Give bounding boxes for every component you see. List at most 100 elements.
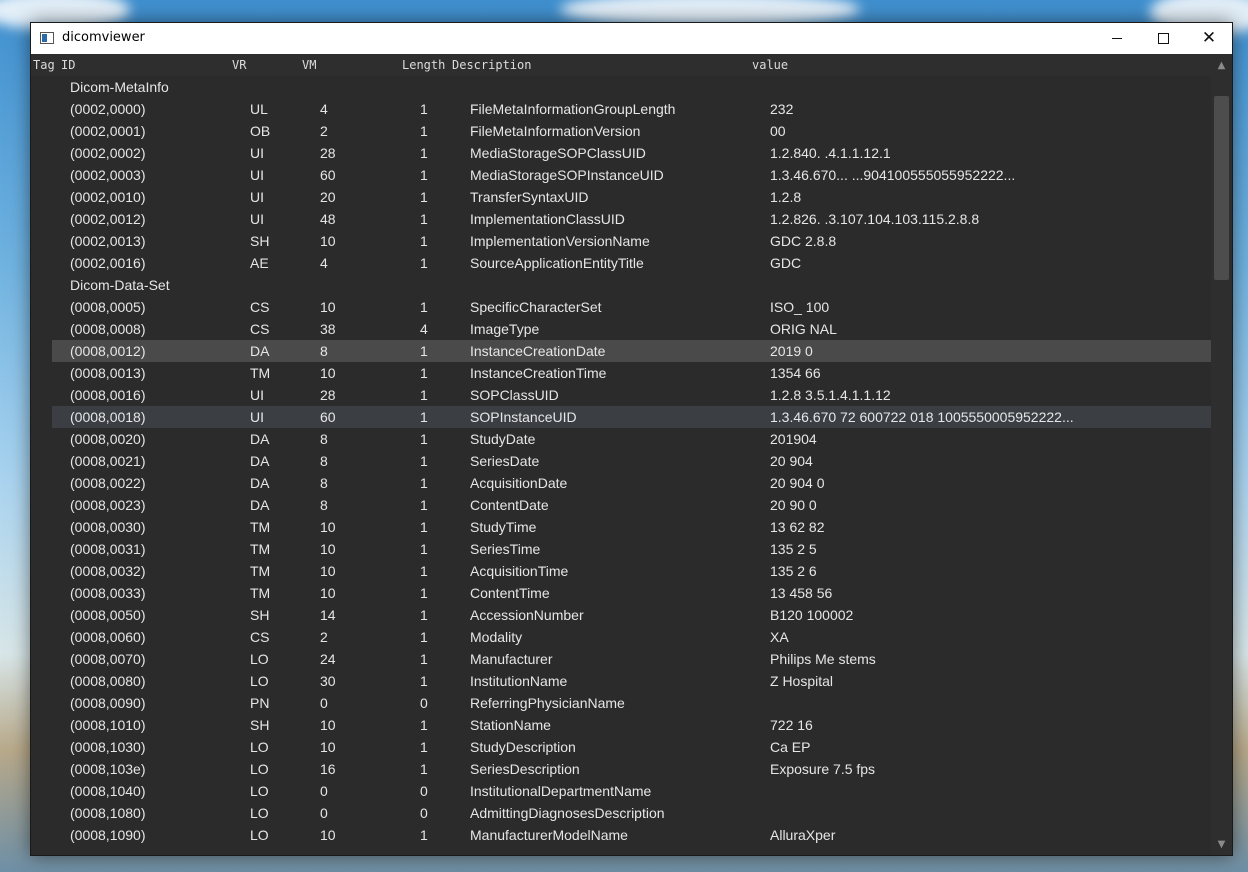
app-icon bbox=[40, 32, 54, 44]
tag-row[interactable]: (0008,0033) TM 10 1 ContentTime 13 458 56 bbox=[31, 582, 1211, 604]
tag-vm: 8 bbox=[320, 475, 328, 491]
tag-length: 1 bbox=[420, 563, 428, 579]
header-id[interactable]: ID bbox=[61, 58, 75, 72]
tag-description: AdmittingDiagnosesDescription bbox=[470, 805, 665, 821]
tag-row[interactable]: (0002,0002) UI 28 1 MediaStorageSOPClassUID 1… bbox=[31, 142, 1211, 164]
tag-id: (0008,0050) bbox=[70, 607, 146, 623]
tag-length: 1 bbox=[420, 629, 428, 645]
tag-vm: 8 bbox=[320, 453, 328, 469]
tag-description: AcquisitionTime bbox=[470, 563, 569, 579]
tag-row[interactable]: (0008,0031) TM 10 1 SeriesTime 135 2 5 bbox=[31, 538, 1211, 560]
tag-vr: DA bbox=[250, 497, 270, 513]
tag-row[interactable]: (0008,0018) UI 60 1 SOPInstanceUID 1.3.46.670… bbox=[31, 406, 1211, 428]
tag-row[interactable]: (0008,0030) TM 10 1 StudyTime 13 62 82 bbox=[31, 516, 1211, 538]
tag-description: InstanceCreationDate bbox=[470, 343, 606, 359]
tag-value: 722 16 bbox=[770, 717, 813, 733]
tag-row[interactable]: (0008,0090) PN 0 0 ReferringPhysicianName bbox=[31, 692, 1211, 714]
tag-id: (0002,0012) bbox=[70, 211, 146, 227]
title-bar[interactable]: dicomviewer ✕ bbox=[31, 23, 1232, 54]
tag-row[interactable]: (0008,0021) DA 8 1 SeriesDate 20 904 bbox=[31, 450, 1211, 472]
tag-vm: 10 bbox=[320, 739, 336, 755]
tag-row[interactable]: (0008,0020) DA 8 1 StudyDate 201904 bbox=[31, 428, 1211, 450]
group-node[interactable]: Dicom-Data-Set bbox=[31, 274, 1211, 296]
dicom-tag-tree[interactable]: Dicom-MetaInfo (0002,0000) UL 4 1 FileMetaInf… bbox=[31, 76, 1211, 854]
header-vm[interactable]: VM bbox=[302, 58, 316, 72]
tag-value: 1.2.826. .3.107.104.103.115.2.8.8 bbox=[770, 211, 980, 227]
tag-vr: LO bbox=[250, 673, 269, 689]
tag-row[interactable]: (0008,1010) SH 10 1 StationName 722 16 bbox=[31, 714, 1211, 736]
tag-row[interactable]: (0002,0003) UI 60 1 MediaStorageSOPInstanceU… bbox=[31, 164, 1211, 186]
tag-length: 1 bbox=[420, 717, 428, 733]
tag-description: ImplementationVersionName bbox=[470, 233, 650, 249]
minimize-button[interactable] bbox=[1094, 23, 1140, 54]
maximize-icon bbox=[1157, 33, 1169, 44]
tag-id: (0008,0023) bbox=[70, 497, 146, 513]
tag-length: 1 bbox=[420, 673, 428, 689]
tag-row[interactable]: (0002,0001) OB 2 1 FileMetaInformationVersio… bbox=[31, 120, 1211, 142]
tag-length: 1 bbox=[420, 431, 428, 447]
tag-id: (0002,0003) bbox=[70, 167, 146, 183]
tag-description: StationName bbox=[470, 717, 551, 733]
vertical-scrollbar[interactable]: ▲ ▼ bbox=[1211, 54, 1232, 855]
tag-row[interactable]: (0008,0032) TM 10 1 AcquisitionTime 135 2 6 bbox=[31, 560, 1211, 582]
tag-id: (0002,0002) bbox=[70, 145, 146, 161]
tag-id: (0008,1010) bbox=[70, 717, 146, 733]
tag-vr: TM bbox=[250, 519, 271, 535]
tag-row[interactable]: (0008,0005) CS 10 1 SpecificCharacterSet ISO_… bbox=[31, 296, 1211, 318]
tag-vr: CS bbox=[250, 321, 270, 337]
header-vr[interactable]: VR bbox=[232, 58, 246, 72]
tag-row[interactable]: (0008,103e) LO 16 1 SeriesDescription Exposur… bbox=[31, 758, 1211, 780]
tag-value: Philips Me stems bbox=[770, 651, 876, 667]
tag-vm: 30 bbox=[320, 673, 336, 689]
tag-vr: UI bbox=[250, 211, 264, 227]
tag-id: (0008,1090) bbox=[70, 827, 146, 843]
tag-id: (0008,0016) bbox=[70, 387, 146, 403]
tag-row[interactable]: (0002,0010) UI 20 1 TransferSyntaxUID 1.2.8 bbox=[31, 186, 1211, 208]
tag-row[interactable]: (0002,0000) UL 4 1 FileMetaInformationGroupL… bbox=[31, 98, 1211, 120]
tag-row[interactable]: (0008,1080) LO 0 0 AdmittingDiagnosesDescrip… bbox=[31, 802, 1211, 824]
tag-row[interactable]: (0008,0060) CS 2 1 Modality XA bbox=[31, 626, 1211, 648]
tag-description: MediaStorageSOPClassUID bbox=[470, 145, 646, 161]
scroll-down-icon[interactable]: ▼ bbox=[1211, 836, 1232, 853]
tag-row[interactable]: (0008,0080) LO 30 1 InstitutionName Z Hospita… bbox=[31, 670, 1211, 692]
tag-length: 0 bbox=[420, 695, 428, 711]
tag-length: 1 bbox=[420, 211, 428, 227]
tag-row[interactable]: (0002,0016) AE 4 1 SourceApplicationEntityTi… bbox=[31, 252, 1211, 274]
tag-description: AccessionNumber bbox=[470, 607, 584, 623]
tag-length: 1 bbox=[420, 827, 428, 843]
tag-row[interactable]: (0008,1090) LO 10 1 ManufacturerModelName All… bbox=[31, 824, 1211, 846]
scrollbar-thumb[interactable] bbox=[1214, 96, 1229, 280]
tag-row[interactable]: (0008,0050) SH 14 1 AccessionNumber B120 1000… bbox=[31, 604, 1211, 626]
maximize-button[interactable] bbox=[1140, 23, 1186, 54]
tag-row[interactable]: (0008,0016) UI 28 1 SOPClassUID 1.2.8 3.5.1.4… bbox=[31, 384, 1211, 406]
tag-row[interactable]: (0008,0013) TM 10 1 InstanceCreationTime 1354… bbox=[31, 362, 1211, 384]
tag-row[interactable]: (0002,0013) SH 10 1 ImplementationVersionNam… bbox=[31, 230, 1211, 252]
header-length[interactable]: Length bbox=[402, 58, 445, 72]
header-description[interactable]: Description bbox=[452, 58, 531, 72]
scroll-up-icon[interactable]: ▲ bbox=[1211, 57, 1232, 74]
close-button[interactable]: ✕ bbox=[1186, 23, 1232, 54]
tag-row[interactable]: (0008,0022) DA 8 1 AcquisitionDate 20 904 0 bbox=[31, 472, 1211, 494]
tag-length: 1 bbox=[420, 387, 428, 403]
tag-row[interactable]: (0008,0008) CS 38 4 ImageType ORIG NAL bbox=[31, 318, 1211, 340]
tag-vm: 10 bbox=[320, 519, 336, 535]
tag-description: ManufacturerModelName bbox=[470, 827, 628, 843]
tag-vm: 60 bbox=[320, 409, 336, 425]
tag-row[interactable]: (0008,1040) LO 0 0 InstitutionalDepartmentNa… bbox=[31, 780, 1211, 802]
group-node[interactable]: Dicom-MetaInfo bbox=[31, 76, 1211, 98]
tag-row[interactable]: (0002,0012) UI 48 1 ImplementationClassUID 1.… bbox=[31, 208, 1211, 230]
tag-description: ImageType bbox=[470, 321, 540, 337]
tag-length: 1 bbox=[420, 123, 428, 139]
tag-id: (0008,0022) bbox=[70, 475, 146, 491]
tag-vr: CS bbox=[250, 629, 270, 645]
header-value[interactable]: value bbox=[752, 58, 788, 72]
tag-value: Ca EP bbox=[770, 739, 811, 755]
window-title: dicomviewer bbox=[62, 30, 145, 45]
tag-length: 0 bbox=[420, 805, 428, 821]
tag-row[interactable]: (0008,0070) LO 24 1 Manufacturer Philips Me s… bbox=[31, 648, 1211, 670]
tag-row[interactable]: (0008,0023) DA 8 1 ContentDate 20 90 0 bbox=[31, 494, 1211, 516]
tag-row[interactable]: (0008,1030) LO 10 1 StudyDescription Ca EP bbox=[31, 736, 1211, 758]
tag-row[interactable]: (0008,0012) DA 8 1 InstanceCreationDate 2019 … bbox=[31, 340, 1211, 362]
tag-length: 4 bbox=[420, 321, 428, 337]
header-tag[interactable]: Tag bbox=[33, 58, 55, 72]
